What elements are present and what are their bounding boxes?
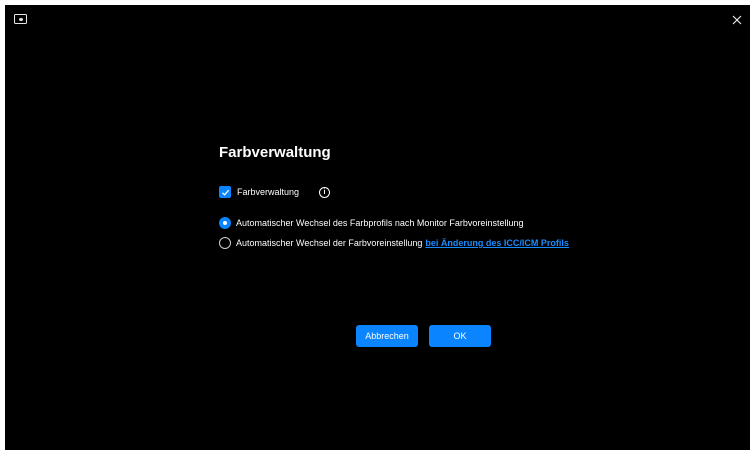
color-management-checkbox[interactable] — [219, 186, 231, 198]
monitor-icon — [14, 14, 27, 24]
page-title: Farbverwaltung — [219, 144, 331, 161]
radio-option-preset-switch: Automatischer Wechsel der Farbvoreinstel… — [219, 236, 569, 250]
color-management-checkbox-label: Farbverwaltung — [237, 187, 300, 197]
radio-option-profile-switch: Automatischer Wechsel des Farbprofils na… — [219, 216, 523, 230]
radio-option-label: Automatischer Wechsel der Farbvoreinstel… — [236, 238, 423, 248]
app-window: Farbverwaltung Farbverwaltung i Automati… — [5, 5, 750, 450]
icc-profile-change-link[interactable]: bei Änderung des ICC/ICM Profils — [425, 238, 569, 248]
close-icon — [732, 15, 742, 25]
color-management-checkbox-row: Farbverwaltung i — [219, 185, 331, 199]
checkmark-icon — [221, 189, 229, 196]
radio-button-preset-switch[interactable] — [219, 237, 231, 249]
cancel-button[interactable]: Abbrechen — [356, 325, 418, 347]
radio-option-label: Automatischer Wechsel des Farbprofils na… — [236, 218, 524, 228]
ok-button[interactable]: OK — [429, 325, 491, 347]
close-button[interactable] — [730, 13, 744, 27]
info-icon[interactable]: i — [319, 186, 331, 198]
radio-button-profile-switch[interactable] — [219, 217, 231, 229]
